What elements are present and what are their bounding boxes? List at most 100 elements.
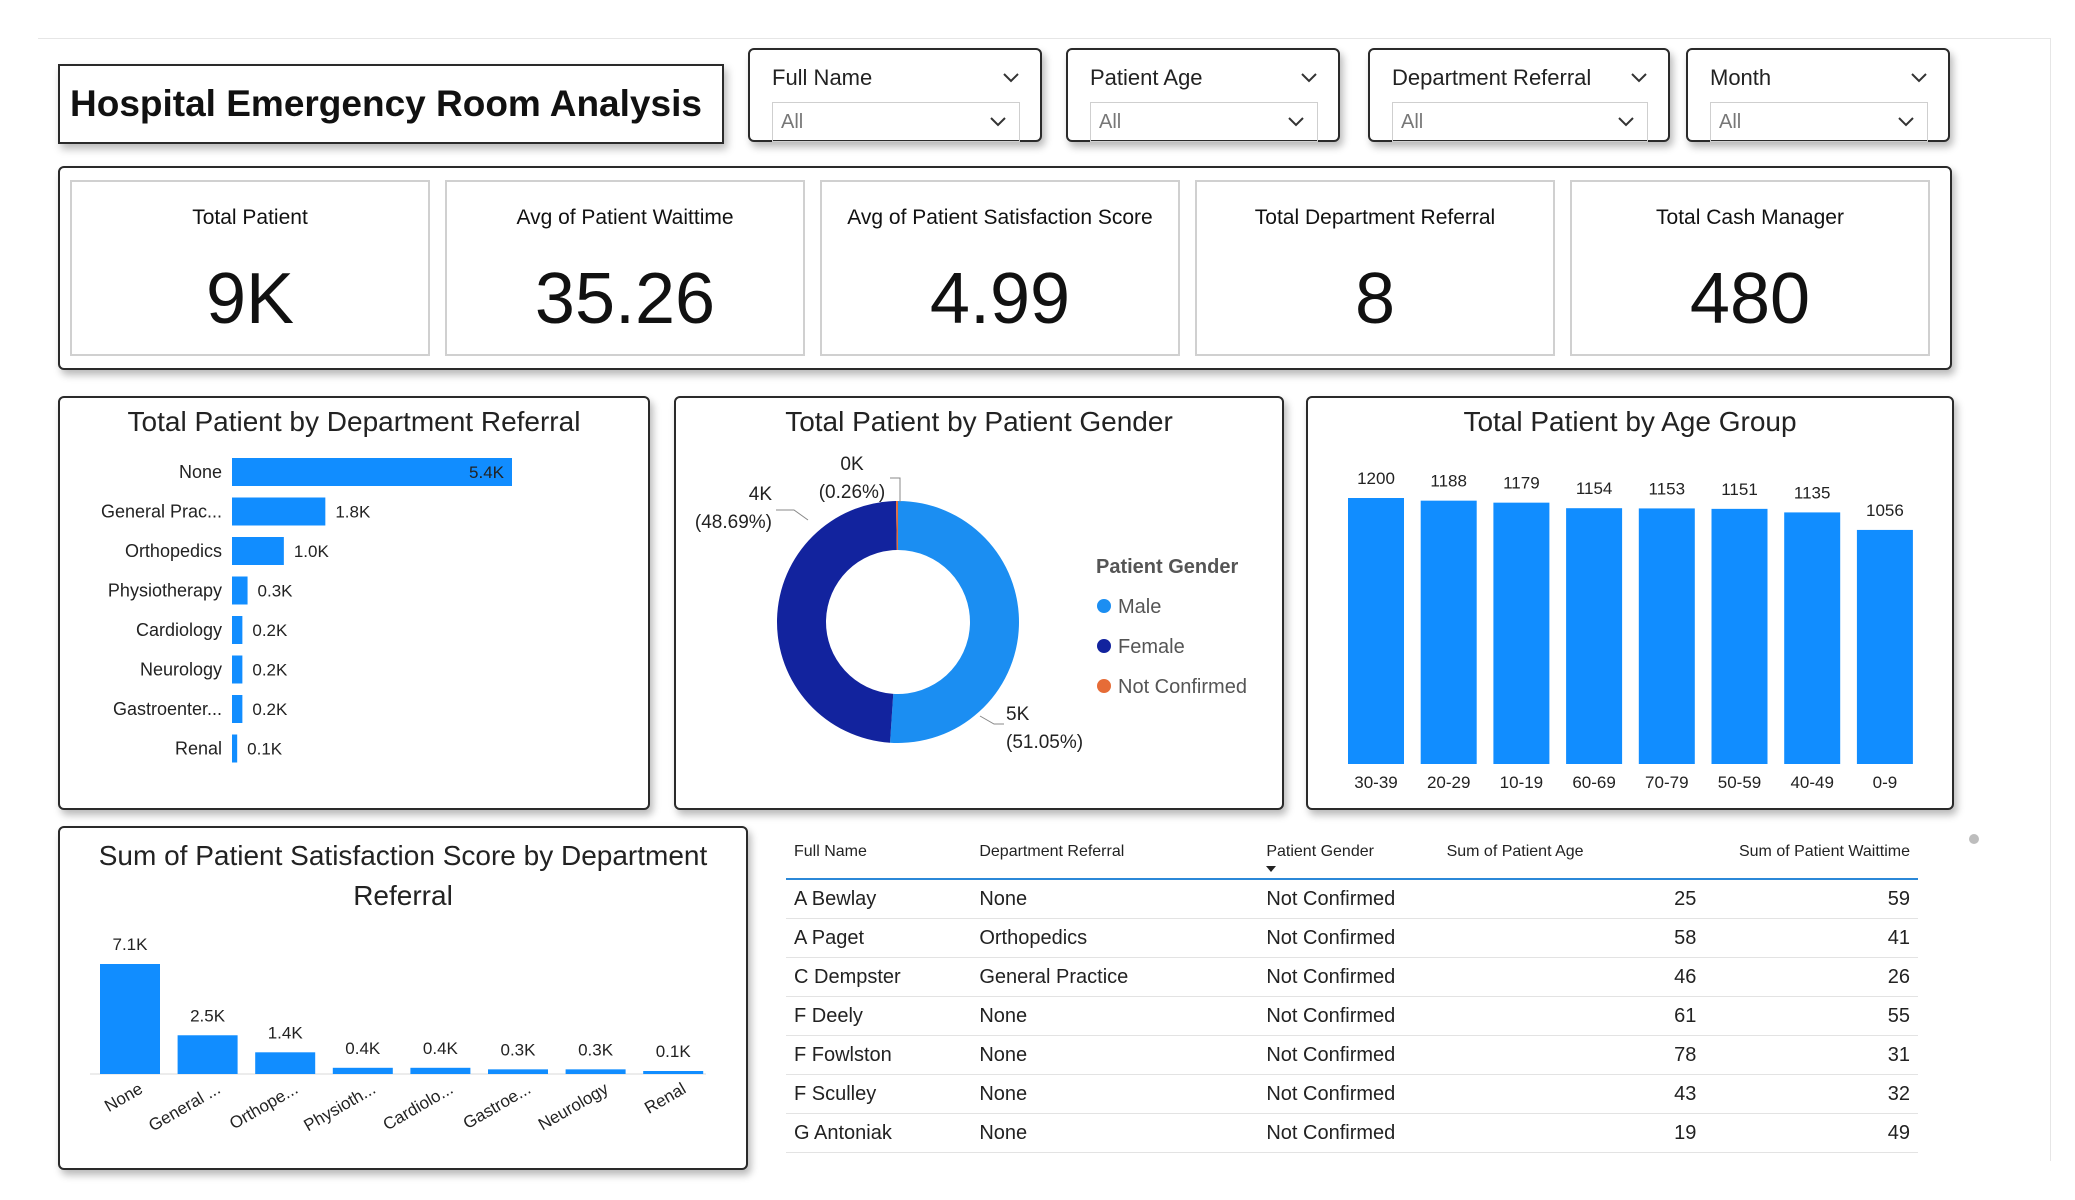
slice-male	[890, 501, 1020, 743]
category-label: Gastroenter...	[113, 699, 222, 719]
category-label: 40-49	[1790, 773, 1833, 792]
category-label: 60-69	[1572, 773, 1615, 792]
chevron-down-icon[interactable]	[1630, 72, 1648, 84]
table-row[interactable]: C Dempster General Practice Not Confirmed 4…	[786, 957, 1918, 997]
cell-full-name: G Antoniak	[786, 1113, 972, 1153]
bar	[232, 616, 243, 644]
chart-department-referral[interactable]: Total Patient by Department Referral Non…	[58, 396, 650, 810]
table-row[interactable]: A Paget Orthopedics Not Confirmed 58 41	[786, 918, 1918, 958]
data-label: 0.4K	[423, 1039, 459, 1058]
chevron-down-icon[interactable]	[1002, 72, 1020, 84]
cell-sum-patient-age: 19	[1422, 1113, 1705, 1153]
legend-marker	[1097, 599, 1111, 613]
slicer-dropdown[interactable]: All	[772, 102, 1020, 142]
category-label: General ...	[145, 1079, 223, 1135]
chart-age-group[interactable]: Total Patient by Age Group 1200 30-39 1188…	[1306, 396, 1954, 810]
category-label: Orthope...	[226, 1079, 301, 1133]
data-label-value: 4K	[749, 484, 773, 505]
bar	[1638, 508, 1695, 764]
cell-sum-patient-waittime: 59	[1704, 879, 1918, 919]
cell-department-referral: None	[971, 1113, 1259, 1153]
age-chart-svg: 1200 30-39 1188 20-29 1179 10-19 1154 60-69 1153…	[1348, 469, 1913, 792]
bar	[255, 1052, 316, 1074]
data-label-percent: (0.26%)	[819, 482, 886, 503]
column-header-full-name[interactable]: Full Name	[786, 826, 972, 880]
data-label-percent: (51.05%)	[1006, 732, 1083, 753]
chevron-down-icon	[1618, 117, 1634, 127]
leader-line	[979, 715, 1004, 725]
column-header-sum-patient-age[interactable]: Sum of Patient Age	[1422, 826, 1705, 880]
data-label: 0.1K	[247, 740, 283, 759]
data-label: 0.4K	[345, 1039, 381, 1058]
category-label: 50-59	[1718, 773, 1761, 792]
data-label: 1188	[1430, 472, 1467, 491]
slicer-dropdown[interactable]: All	[1090, 102, 1318, 142]
column-header-label: Patient Gender	[1266, 843, 1374, 860]
patient-table[interactable]: Full Name Department Referral Patient Ge…	[786, 826, 1918, 1153]
cell-department-referral: None	[971, 879, 1259, 919]
cell-department-referral: General Practice	[971, 957, 1259, 997]
data-label: 1154	[1576, 479, 1613, 498]
cell-full-name: C Dempster	[786, 957, 972, 997]
table-row[interactable]: G Antoniak None Not Confirmed 19 49	[786, 1113, 1918, 1153]
cell-sum-patient-waittime: 55	[1704, 996, 1918, 1036]
slicer-full-name[interactable]: Full Name All	[748, 48, 1042, 142]
cell-sum-patient-age: 46	[1422, 957, 1705, 997]
slicer-department-referral[interactable]: Department Referral All	[1368, 48, 1670, 142]
chart-patient-gender[interactable]: Total Patient by Patient Gender 5K (51.05…	[674, 396, 1284, 810]
cell-sum-patient-age: 78	[1422, 1035, 1705, 1075]
cell-patient-gender: Not Confirmed	[1258, 957, 1423, 997]
slicer-patient-age[interactable]: Patient Age All	[1066, 48, 1340, 142]
cell-full-name: F Fowlston	[786, 1035, 972, 1075]
chevron-down-icon[interactable]	[1300, 72, 1318, 84]
table-row[interactable]: F Deely None Not Confirmed 61 55	[786, 996, 1918, 1036]
slicer-dropdown[interactable]: All	[1710, 102, 1928, 142]
kpi-total-department-referral: Total Department Referral 8	[1195, 180, 1555, 356]
data-label: 2.5K	[190, 1006, 226, 1025]
data-label: 1.4K	[268, 1023, 304, 1042]
slicer-label: Month	[1710, 65, 1772, 90]
legend-item: Male	[1118, 596, 1161, 618]
kpi-avg-waittime: Avg of Patient Waittime 35.26	[445, 180, 805, 356]
column-header-sum-patient-waittime[interactable]: Sum of Patient Waittime	[1704, 826, 1918, 880]
data-label: 0.3K	[578, 1040, 614, 1059]
table-row[interactable]: F Sculley None Not Confirmed 43 32	[786, 1074, 1918, 1114]
column-header-patient-gender[interactable]: Patient Gender	[1258, 826, 1423, 880]
column-header-department-referral[interactable]: Department Referral	[971, 826, 1259, 880]
kpi-label: Total Patient	[192, 206, 308, 229]
bar	[232, 497, 326, 526]
table-row[interactable]: F Fowlston None Not Confirmed 78 31	[786, 1035, 1918, 1075]
bar	[177, 1035, 238, 1074]
kpi-label: Total Cash Manager	[1656, 206, 1844, 229]
category-label: None	[101, 1079, 146, 1116]
legend-item: Not Confirmed	[1118, 676, 1247, 698]
kpi-total-cash-manager: Total Cash Manager 480	[1570, 180, 1930, 356]
data-label: 1179	[1503, 474, 1540, 493]
category-label: Renal	[175, 739, 222, 759]
cell-sum-patient-age: 25	[1422, 879, 1705, 919]
table-header-row: Full Name Department Referral Patient Ge…	[786, 826, 1918, 880]
bar	[488, 1069, 548, 1074]
sort-descending-icon	[1266, 866, 1277, 872]
patient-table-visual[interactable]: Full Name Department Referral Patient Ge…	[776, 826, 1988, 1162]
bar	[410, 1067, 471, 1074]
chevron-down-icon	[990, 117, 1006, 127]
slicer-dropdown[interactable]: All	[1392, 102, 1648, 142]
kpi-label: Total Department Referral	[1254, 206, 1496, 229]
category-label: Cardiology	[136, 620, 222, 640]
leader-line	[890, 477, 901, 502]
table-row[interactable]: A Bewlay None Not Confirmed 25 59	[786, 879, 1918, 919]
data-label: 0.3K	[501, 1040, 537, 1059]
kpi-value: 8	[1354, 259, 1396, 339]
chevron-down-icon[interactable]	[1910, 72, 1928, 84]
scrollbar-handle[interactable]	[1969, 834, 1979, 844]
category-label: Renal	[641, 1079, 689, 1118]
slicer-month[interactable]: Month All	[1686, 48, 1950, 142]
cell-sum-patient-age: 61	[1422, 996, 1705, 1036]
cell-full-name: A Paget	[786, 918, 972, 958]
cell-patient-gender: Not Confirmed	[1258, 1035, 1423, 1075]
data-label: 0.2K	[252, 700, 288, 719]
data-label: 1153	[1649, 479, 1686, 498]
chart-satisfaction-score[interactable]: Sum of Patient Satisfaction Score by Dep…	[58, 826, 748, 1170]
cell-patient-gender: Not Confirmed	[1258, 879, 1423, 919]
